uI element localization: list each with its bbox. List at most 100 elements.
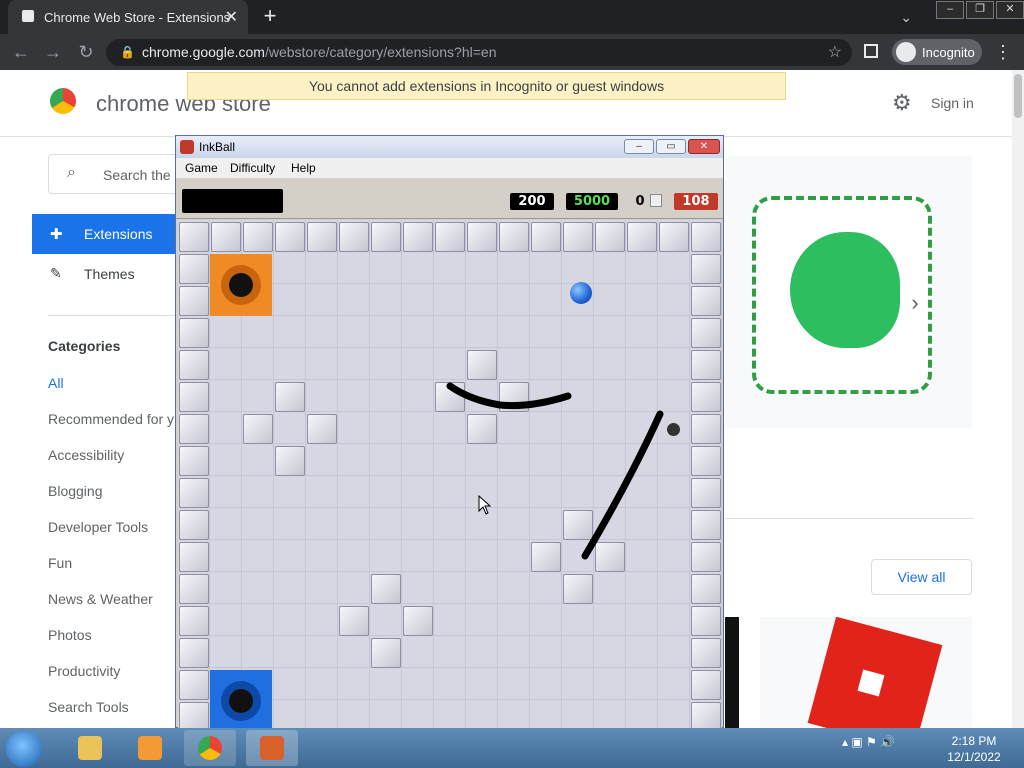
incognito-badge[interactable]: Incognito: [892, 39, 982, 65]
inkball-taskbar-button[interactable]: [246, 730, 298, 766]
wall-tile: [179, 414, 209, 444]
chevron-right-icon[interactable]: ›: [902, 290, 928, 320]
wall-tile: [691, 446, 721, 476]
hole-pit: [229, 273, 253, 297]
close-window-icon[interactable]: ✕: [996, 1, 1024, 19]
nav-themes-label: Themes: [84, 266, 135, 282]
inkball-close-icon[interactable]: ✕: [688, 139, 720, 154]
mouse-cursor-icon: [478, 495, 492, 515]
category-item[interactable]: Photos: [48, 627, 92, 643]
category-item[interactable]: Recommended for y: [48, 411, 174, 427]
wall-tile: [467, 350, 497, 380]
wall-tile: [691, 542, 721, 572]
wall-tile: [499, 382, 529, 412]
category-item[interactable]: All: [48, 375, 64, 391]
content-divider: [725, 518, 973, 519]
media-player-icon: [138, 736, 162, 760]
wall-tile: [211, 222, 241, 252]
wall-tile: [179, 542, 209, 572]
sidebar-divider: [48, 315, 188, 316]
store-search-input[interactable]: ⌕ Search the: [48, 154, 188, 194]
category-item[interactable]: Developer Tools: [48, 519, 148, 535]
nav-extensions-label: Extensions: [84, 226, 153, 242]
browser-tab[interactable]: Chrome Web Store - Extensions ✕: [8, 0, 248, 34]
category-item[interactable]: News & Weather: [48, 591, 153, 607]
nav-themes[interactable]: ✎ Themes: [32, 256, 182, 292]
blue-goal-hole: [210, 670, 272, 732]
chrome-taskbar-button[interactable]: [184, 730, 236, 766]
settings-gear-icon[interactable]: ⚙: [892, 90, 912, 116]
tab-title: Chrome Web Store - Extensions: [44, 10, 231, 25]
wall-tile: [435, 382, 465, 412]
system-tray-icons[interactable]: ▴ ▣ ⚑ 🔊: [842, 735, 895, 749]
wall-tile: [179, 318, 209, 348]
balls-count: 0: [635, 194, 645, 209]
side-panel-icon[interactable]: [864, 44, 878, 58]
chrome-web-store-logo[interactable]: [50, 88, 76, 114]
menu-help[interactable]: Help: [291, 161, 316, 175]
incognito-icon: [896, 42, 916, 62]
inkball-icon: [260, 736, 284, 760]
wall-tile: [691, 286, 721, 316]
nav-extensions[interactable]: ✚ Extensions: [32, 214, 182, 254]
categories-heading: Categories: [48, 338, 121, 354]
wall-tile: [531, 542, 561, 572]
card-edge: [725, 617, 739, 728]
start-button[interactable]: [6, 731, 42, 767]
menu-kebab-icon[interactable]: ⋮: [994, 42, 1012, 63]
folder-icon: [78, 736, 102, 760]
tab-search-icon[interactable]: ⌄: [900, 9, 912, 26]
forward-icon[interactable]: →: [42, 42, 64, 62]
puzzle-icon: ✚: [50, 226, 63, 243]
orange-goal-hole: [210, 254, 272, 316]
wall-tile: [243, 222, 273, 252]
close-tab-icon[interactable]: ✕: [225, 7, 238, 27]
wall-tile: [339, 222, 369, 252]
sign-in-link[interactable]: Sign in: [931, 95, 974, 111]
wall-tile: [275, 446, 305, 476]
wall-tile: [595, 222, 625, 252]
new-tab-button[interactable]: +: [258, 4, 282, 28]
reload-icon[interactable]: ↻: [75, 42, 97, 62]
category-item[interactable]: Fun: [48, 555, 72, 571]
taskbar-clock[interactable]: 2:18 PM 12/1/2022: [944, 733, 1004, 765]
back-icon[interactable]: ←: [10, 42, 32, 62]
store-favicon-icon: [22, 10, 34, 22]
category-item[interactable]: Search Tools: [48, 699, 129, 715]
clock-date: 12/1/2022: [947, 750, 1001, 764]
wall-tile: [403, 222, 433, 252]
wall-tile: [179, 638, 209, 668]
wall-tile: [179, 510, 209, 540]
category-item[interactable]: Blogging: [48, 483, 103, 499]
bookmark-star-icon[interactable]: ☆: [828, 42, 842, 62]
wall-tile: [179, 574, 209, 604]
address-bar[interactable]: 🔒 chrome.google.com/webstore/category/ex…: [106, 39, 852, 66]
restore-icon[interactable]: ❐: [966, 1, 994, 19]
explorer-taskbar-button[interactable]: [64, 730, 116, 766]
wall-tile: [563, 510, 593, 540]
window-controls: – ❐ ✕: [936, 0, 1024, 20]
wall-tile: [691, 222, 721, 252]
inkball-app-icon: [180, 140, 194, 154]
wall-tile: [371, 222, 401, 252]
wall-tile: [179, 254, 209, 284]
wall-tile: [243, 414, 273, 444]
page-scrollbar[interactable]: [1012, 70, 1024, 728]
wall-tile: [531, 222, 561, 252]
hole-pit: [229, 689, 253, 713]
menu-game[interactable]: Game: [185, 161, 218, 175]
wall-tile: [595, 542, 625, 572]
view-all-button[interactable]: View all: [871, 559, 972, 595]
brush-icon: ✎: [50, 265, 62, 281]
inkball-titlebar[interactable]: InkBall – ▭ ✕: [176, 136, 723, 158]
roblox-card[interactable]: [760, 617, 972, 728]
scrollbar-thumb[interactable]: [1014, 74, 1022, 118]
clock-time: 2:18 PM: [951, 734, 997, 748]
minimize-icon[interactable]: –: [936, 1, 964, 19]
category-item[interactable]: Productivity: [48, 663, 120, 679]
category-item[interactable]: Accessibility: [48, 447, 124, 463]
inkball-maximize-icon[interactable]: ▭: [656, 139, 686, 154]
media-player-taskbar-button[interactable]: [124, 730, 176, 766]
menu-difficulty[interactable]: Difficulty: [230, 161, 275, 175]
inkball-minimize-icon[interactable]: –: [624, 139, 654, 154]
